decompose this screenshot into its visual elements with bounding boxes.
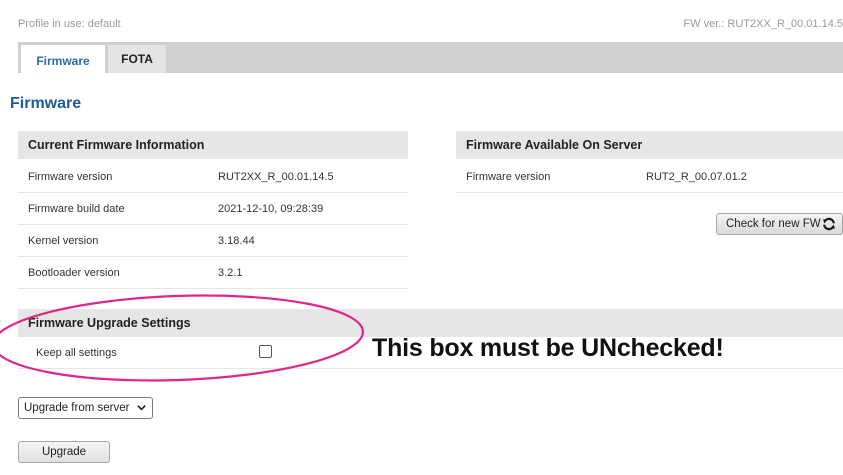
row-value: 3.2.1	[218, 267, 243, 279]
upgrade-settings-header: Firmware Upgrade Settings	[18, 309, 843, 337]
refresh-icon	[823, 217, 835, 231]
row-label: Bootloader version	[28, 267, 120, 279]
row-value: 2021-12-10, 09:28:39	[218, 203, 324, 215]
row-label: Firmware build date	[28, 203, 125, 215]
keep-settings-label: Keep all settings	[36, 347, 117, 359]
row-label: Firmware version	[28, 171, 113, 183]
current-firmware-header: Current Firmware Information	[18, 131, 408, 159]
upgrade-button[interactable]: Upgrade	[18, 441, 110, 463]
table-row: Bootloader version 3.2.1	[18, 257, 408, 289]
check-button-label: Check for new FW	[726, 218, 821, 230]
row-label: Firmware version	[466, 171, 551, 183]
page-title: Firmware	[10, 95, 82, 112]
row-value: RUT2_R_00.07.01.2	[646, 171, 747, 183]
row-value: RUT2XX_R_00.01.14.5	[218, 171, 334, 183]
profile-in-use: Profile in use: default	[18, 18, 121, 30]
chevron-down-icon	[137, 405, 146, 411]
tab-firmware[interactable]: Firmware	[21, 45, 105, 73]
table-row: Firmware build date 2021-12-10, 09:28:39	[18, 193, 408, 225]
table-row: Kernel version 3.18.44	[18, 225, 408, 257]
row-value: 3.18.44	[218, 235, 255, 247]
upgrade-source-value: Upgrade from server	[24, 402, 130, 414]
table-row: Firmware version RUT2XX_R_00.01.14.5	[18, 161, 408, 193]
server-firmware-header: Firmware Available On Server	[456, 131, 843, 159]
table-row: Firmware version RUT2_R_00.07.01.2	[456, 161, 843, 193]
row-label: Kernel version	[28, 235, 99, 247]
tab-bar: Firmware FOTA	[18, 42, 843, 73]
keep-settings-checkbox[interactable]	[259, 345, 272, 358]
firmware-version-header: FW ver.: RUT2XX_R_00.01.14.5	[683, 18, 843, 30]
annotation-text: This box must be UNchecked!	[372, 334, 724, 362]
check-for-new-fw-button[interactable]: Check for new FW	[716, 213, 843, 235]
tab-fota[interactable]: FOTA	[108, 45, 166, 73]
upgrade-source-select[interactable]: Upgrade from server	[18, 397, 153, 419]
top-bar: Profile in use: default FW ver.: RUT2XX_…	[0, 0, 843, 42]
